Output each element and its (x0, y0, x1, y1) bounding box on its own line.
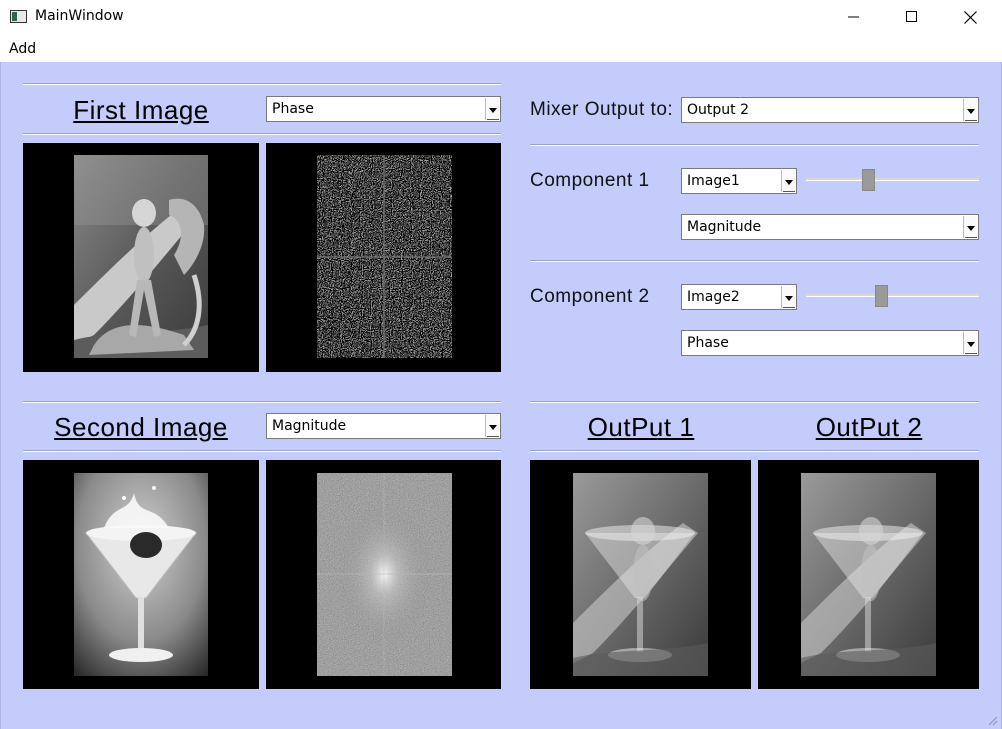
title-bar: MainWindow (0, 0, 1002, 36)
divider (530, 450, 979, 452)
chevron-down-icon[interactable] (781, 286, 795, 308)
component1-type-value: Magnitude (687, 219, 762, 235)
component1-label: Component 1 (530, 170, 650, 191)
first-image-component-value: Phase (272, 101, 314, 117)
chevron-down-icon[interactable] (963, 99, 977, 121)
component1-ratio-slider[interactable] (806, 168, 979, 192)
second-image-heading: Second Image (54, 412, 228, 442)
chevron-down-icon[interactable] (485, 98, 499, 120)
menu-item-add[interactable]: Add (9, 41, 36, 57)
maximize-button[interactable] (889, 0, 935, 34)
chevron-down-icon[interactable] (963, 332, 977, 354)
chevron-down-icon[interactable] (485, 415, 499, 437)
output2-heading: OutPut 2 (815, 412, 923, 442)
menu-bar: Add (0, 36, 1002, 62)
minimize-icon (848, 16, 859, 18)
magnitude-spectrum (317, 473, 452, 676)
chevron-down-icon[interactable] (781, 170, 795, 192)
component2-type-value: Phase (687, 335, 729, 351)
slider-handle[interactable] (875, 285, 888, 307)
first-image-component-view[interactable] (266, 143, 501, 372)
output1-view[interactable] (530, 460, 751, 689)
second-image-view[interactable] (23, 460, 259, 689)
central-panel: First Image Phase Mixer Output to: Outpu… (0, 62, 1002, 729)
component2-label: Component 2 (530, 286, 650, 307)
mixer-output-select[interactable]: Output 2 (681, 97, 979, 123)
component1-type-select[interactable]: Magnitude (681, 214, 979, 240)
maximize-icon (906, 11, 917, 22)
component1-source-select[interactable]: Image1 (681, 168, 797, 194)
first-image-component-select[interactable]: Phase (266, 96, 501, 122)
slider-handle[interactable] (862, 169, 875, 191)
divider (530, 401, 979, 403)
output1-heading: OutPut 1 (587, 412, 695, 442)
chevron-down-icon[interactable] (963, 216, 977, 238)
slider-track (806, 178, 979, 181)
second-image-component-view[interactable] (266, 460, 501, 689)
divider (23, 450, 501, 452)
close-button[interactable] (947, 0, 993, 34)
component2-source-value: Image2 (687, 289, 740, 305)
divider (530, 260, 979, 262)
component2-ratio-slider[interactable] (806, 284, 979, 308)
slider-track (806, 294, 979, 297)
mixer-output-value: Output 2 (687, 102, 749, 118)
mixed-output-image (573, 473, 708, 676)
mixer-output-label: Mixer Output to: (530, 99, 674, 120)
component2-type-select[interactable]: Phase (681, 330, 979, 356)
divider (23, 83, 501, 85)
window-title: MainWindow (35, 8, 124, 24)
mixed-output-image (801, 473, 936, 676)
component2-source-select[interactable]: Image2 (681, 284, 797, 310)
output2-view[interactable] (758, 460, 979, 689)
martini-glass-photo (74, 473, 208, 676)
resize-grip-icon[interactable] (986, 714, 998, 726)
monkey-photo (74, 155, 208, 358)
divider (530, 144, 979, 146)
app-icon (10, 10, 27, 23)
minimize-button[interactable] (831, 0, 877, 34)
divider (23, 133, 501, 135)
second-image-component-select[interactable]: Magnitude (266, 413, 501, 439)
first-image-view[interactable] (23, 143, 259, 372)
phase-spectrum (317, 155, 452, 358)
second-image-component-value: Magnitude (272, 418, 347, 434)
close-icon (963, 10, 977, 24)
first-image-heading: First Image (73, 95, 209, 125)
component1-source-value: Image1 (687, 173, 740, 189)
divider (23, 401, 501, 403)
